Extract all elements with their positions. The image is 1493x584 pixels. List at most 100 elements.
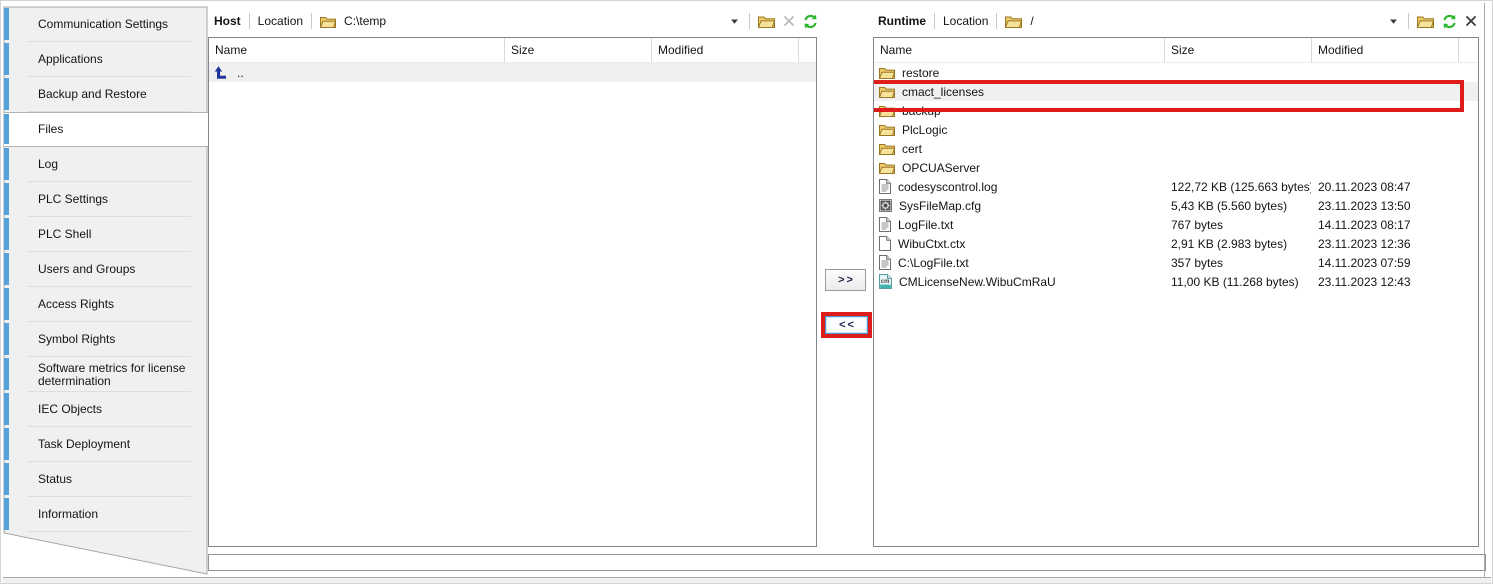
sidebar-item-log[interactable]: Log <box>4 147 207 182</box>
folder-icon <box>879 85 895 98</box>
runtime-browse-folder-icon[interactable] <box>1417 14 1434 28</box>
sidebar-item-communication-settings[interactable]: Communication Settings <box>4 7 207 42</box>
sidebar-item-applications[interactable]: Applications <box>4 42 207 77</box>
tab-accent-strip <box>4 463 9 495</box>
folder-row-opcuaserver[interactable]: OPCUAServer <box>874 158 1478 177</box>
host-path-dropdown-icon[interactable] <box>728 17 741 26</box>
file-row-sysfilemap-cfg[interactable]: SysFileMap.cfg5,43 KB (5.560 bytes)23.11… <box>874 196 1478 215</box>
toolbar-separator <box>749 13 750 29</box>
toolbar-separator <box>934 13 935 29</box>
host-location-label: Location <box>258 14 303 28</box>
text-file-icon <box>879 179 891 194</box>
tab-accent-strip <box>4 218 9 250</box>
file-row-wibuctxt-ctx[interactable]: WibuCtxt.ctx2,91 KB (2.983 bytes)23.11.2… <box>874 234 1478 253</box>
file-row-cmlicensenew-wibucmrau[interactable]: cmCMLicenseNew.WibuCmRaU11,00 KB (11.268… <box>874 272 1478 291</box>
sidebar-item-label: Status <box>38 473 72 486</box>
sidebar-item-files[interactable]: Files <box>4 112 208 147</box>
sidebar-item-label: Information <box>38 508 98 521</box>
host-refresh-icon[interactable] <box>803 14 818 29</box>
sidebar-item-task-deployment[interactable]: Task Deployment <box>4 427 207 462</box>
file-modified: 14.11.2023 08:17 <box>1311 218 1458 232</box>
host-column-name[interactable]: Name <box>209 38 504 62</box>
file-row-logfile-txt[interactable]: LogFile.txt767 bytes14.11.2023 08:17 <box>874 215 1478 234</box>
runtime-delete-icon[interactable] <box>1465 15 1477 27</box>
file-name-cell: codesyscontrol.log <box>874 179 1164 194</box>
runtime-file-list[interactable]: restore cmact_licensesbackup PlcLogiccert O… <box>874 63 1478 291</box>
host-table-header: Name Size Modified <box>209 38 816 63</box>
file-name: cmact_licenses <box>902 85 984 99</box>
sidebar-item-symbol-rights[interactable]: Symbol Rights <box>4 322 207 357</box>
copy-to-host-highlight-box: << <box>821 312 872 338</box>
host-browse-folder-icon[interactable] <box>758 14 775 28</box>
copy-to-runtime-button[interactable]: >> <box>825 269 866 291</box>
file-modified: 23.11.2023 13:50 <box>1311 199 1458 213</box>
sidebar-item-information[interactable]: Information <box>4 497 207 532</box>
file-name-cell: OPCUAServer <box>874 161 1164 175</box>
sidebar-item-label: Access Rights <box>38 298 114 311</box>
folder-row-plclogic[interactable]: PlcLogic <box>874 120 1478 139</box>
runtime-refresh-icon[interactable] <box>1442 14 1457 29</box>
sidebar-item-access-rights[interactable]: Access Rights <box>4 287 207 322</box>
file-name: restore <box>902 66 939 80</box>
sidebar-item-label: Applications <box>38 53 103 66</box>
file-row-codesyscontrol-log[interactable]: codesyscontrol.log122,72 KB (125.663 byt… <box>874 177 1478 196</box>
file-row-[interactable]: .. <box>209 63 816 82</box>
file-size: 11,00 KB (11.268 bytes) <box>1164 275 1311 289</box>
text-file-icon <box>879 255 891 270</box>
window-bottom-band <box>3 578 1491 584</box>
host-delete-icon <box>783 15 795 27</box>
sidebar-item-software-metrics-for-license-determination[interactable]: Software metrics for license determinati… <box>4 357 207 392</box>
folder-icon <box>879 142 895 155</box>
folder-icon <box>879 104 895 117</box>
runtime-path-input[interactable]: / <box>1030 14 1033 28</box>
folder-row-cmact-licenses[interactable]: cmact_licenses <box>874 82 1478 101</box>
sidebar-item-label: Software metrics for license determinati… <box>38 362 199 388</box>
folder-row-cert[interactable]: cert <box>874 139 1478 158</box>
file-name-cell: backup <box>874 104 1164 118</box>
file-name-cell: SysFileMap.cfg <box>874 199 1164 213</box>
tab-accent-strip <box>4 43 9 75</box>
folder-row-restore[interactable]: restore <box>874 63 1478 82</box>
sidebar-item-label: Users and Groups <box>38 263 135 276</box>
file-size: 767 bytes <box>1164 218 1311 232</box>
file-name: codesyscontrol.log <box>898 180 997 194</box>
host-column-modified[interactable]: Modified <box>651 38 798 62</box>
text-file-icon <box>879 217 891 232</box>
copy-to-host-button[interactable]: << <box>825 316 868 334</box>
file-size: 2,91 KB (2.983 bytes) <box>1164 237 1311 251</box>
host-toolbar-buttons <box>728 10 818 32</box>
device-editor-sidebar: Communication Settings Applications Backup… <box>4 7 207 532</box>
sidebar-item-plc-settings[interactable]: PLC Settings <box>4 182 207 217</box>
tab-accent-strip <box>4 358 9 390</box>
sidebar-item-backup-and-restore[interactable]: Backup and Restore <box>4 77 207 112</box>
file-name-cell: .. <box>209 65 504 81</box>
sidebar-item-label: PLC Settings <box>38 193 108 206</box>
host-pane-title: Host <box>214 14 241 28</box>
runtime-column-name[interactable]: Name <box>874 38 1164 62</box>
runtime-path-dropdown-icon[interactable] <box>1387 17 1400 26</box>
folder-row-backup[interactable]: backup <box>874 101 1478 120</box>
host-path-input[interactable]: C:\temp <box>344 14 386 28</box>
tab-accent-strip <box>4 8 9 40</box>
sidebar-item-users-and-groups[interactable]: Users and Groups <box>4 252 207 287</box>
sidebar-item-status[interactable]: Status <box>4 462 207 497</box>
cfg-file-icon <box>879 199 892 212</box>
file-size: 357 bytes <box>1164 256 1311 270</box>
host-column-size[interactable]: Size <box>504 38 651 62</box>
runtime-toolbar-buttons <box>1387 10 1477 32</box>
host-column-filler <box>798 38 816 62</box>
file-row-c-logfile-txt[interactable]: C:\LogFile.txt357 bytes14.11.2023 07:59 <box>874 253 1478 272</box>
device-editor-window: Communication Settings Applications Backup… <box>0 0 1493 584</box>
host-toolbar: Host Location C:\temp <box>214 10 386 32</box>
runtime-column-size[interactable]: Size <box>1164 38 1311 62</box>
tab-accent-strip <box>4 148 9 180</box>
host-file-table: Name Size Modified .. <box>208 37 817 547</box>
sidebar-item-iec-objects[interactable]: IEC Objects <box>4 392 207 427</box>
toolbar-separator <box>1408 13 1409 29</box>
file-name: SysFileMap.cfg <box>899 199 981 213</box>
runtime-column-modified[interactable]: Modified <box>1311 38 1458 62</box>
host-file-list[interactable]: .. <box>209 63 816 82</box>
sidebar-item-label: Symbol Rights <box>38 333 115 346</box>
file-name: C:\LogFile.txt <box>898 256 969 270</box>
sidebar-item-plc-shell[interactable]: PLC Shell <box>4 217 207 252</box>
